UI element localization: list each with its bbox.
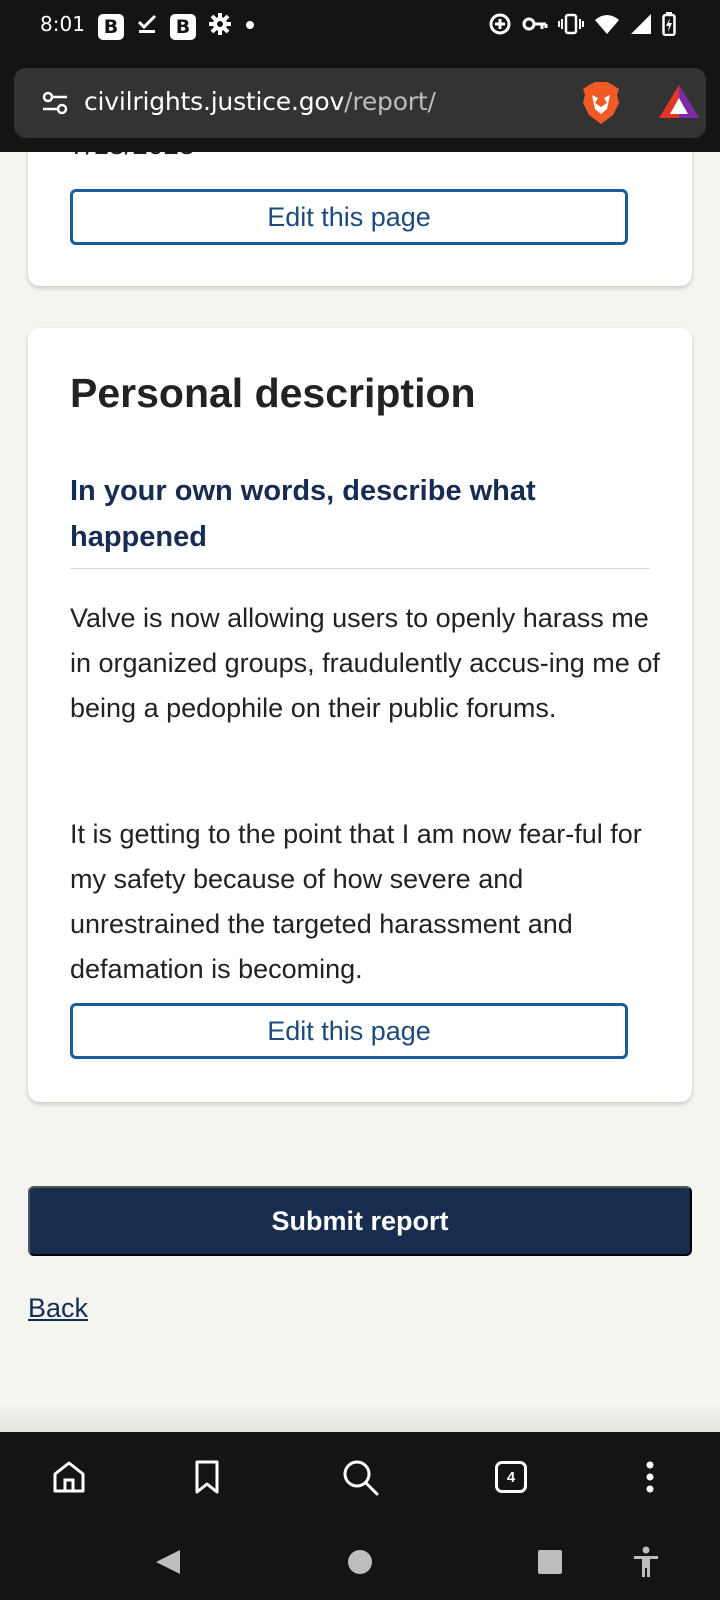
download-done-icon: [136, 13, 158, 40]
gear-icon: [208, 12, 232, 41]
question-heading: In your own words, describe what happene…: [70, 475, 536, 553]
battery-charging-icon: [662, 12, 676, 36]
address-bar[interactable]: civilrights.justice.gov/report/: [14, 68, 706, 138]
browser-bottom-bar: 4: [0, 1432, 720, 1522]
accessibility-icon[interactable]: [626, 1542, 666, 1582]
submit-report-button[interactable]: Submit report: [28, 1186, 692, 1256]
tabs-icon[interactable]: 4: [488, 1454, 534, 1500]
url-path: /report/: [344, 87, 436, 116]
system-navigation-bar: [0, 1522, 720, 1600]
brave-rewards-icon[interactable]: [658, 84, 700, 125]
browser-toolbar: civilrights.justice.gov/report/: [0, 52, 720, 152]
status-bar: 8:01 B B: [0, 0, 720, 52]
b-app-icon: B: [98, 13, 124, 40]
search-icon[interactable]: [337, 1454, 383, 1500]
home-icon[interactable]: [46, 1454, 92, 1500]
bookmark-icon[interactable]: [184, 1454, 230, 1500]
personal-description-card: Personal description In your own words, …: [28, 328, 692, 1102]
vibrate-icon: [558, 13, 584, 35]
recents-square-icon[interactable]: [530, 1542, 570, 1582]
back-triangle-icon[interactable]: [148, 1542, 188, 1582]
vpn-key-icon: [522, 15, 548, 33]
status-right-icons: [488, 12, 676, 36]
answer-paragraph-1: Valve is now allowing users to openly ha…: [70, 603, 660, 723]
home-circle-icon[interactable]: [340, 1542, 380, 1582]
wifi-icon: [594, 13, 620, 35]
more-vert-icon[interactable]: [627, 1454, 673, 1500]
status-left-icons: B B: [98, 12, 256, 41]
tab-count: 4: [495, 1461, 527, 1493]
edit-page-button[interactable]: Edit this page: [70, 189, 628, 245]
page-bottom-edge: [0, 1405, 720, 1433]
status-time: 8:01: [40, 12, 85, 36]
dot-icon: [244, 18, 256, 36]
b-app-icon: B: [170, 13, 196, 40]
edit-page-button[interactable]: Edit this page: [70, 1003, 628, 1059]
back-link[interactable]: Back: [28, 1293, 88, 1324]
signal-icon: [630, 13, 652, 35]
url-text[interactable]: civilrights.justice.gov/report/: [84, 87, 436, 116]
data-saver-icon: [488, 12, 512, 36]
divider: [70, 568, 650, 569]
section-title: Personal description: [70, 370, 476, 416]
answer-paragraph-2: It is getting to the point that I am now…: [70, 819, 642, 984]
tune-icon[interactable]: [42, 91, 68, 120]
brave-lion-icon[interactable]: [581, 81, 621, 130]
url-domain: civilrights.justice.gov: [84, 87, 345, 116]
